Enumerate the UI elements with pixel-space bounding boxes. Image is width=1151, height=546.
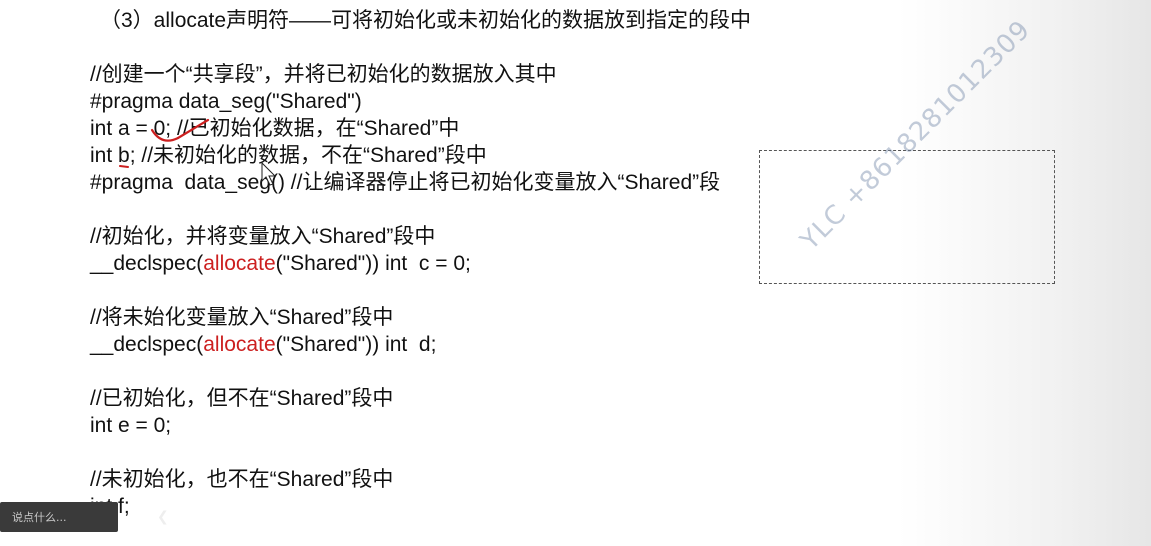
comment-uninit-not-shared: //未初始化，也不在“Shared”段中 (90, 468, 394, 491)
declspec-prefix: __declspec( (90, 333, 204, 356)
allocate-keyword: allocate (203, 252, 276, 275)
code-pragma-data-seg-close: #pragma data_seg() //让编译器停止将已初始化变量放入“Sha… (90, 171, 721, 194)
allocate-keyword: allocate (203, 333, 276, 356)
comment-uninit-into-shared: //将未始化变量放入“Shared”段中 (90, 306, 394, 329)
declspec-suffix: ("Shared")) int c = 0; (275, 252, 471, 275)
code-int-a: int a = 0; //已初始化数据，在“Shared”中 (90, 117, 460, 140)
chat-widget: ❮ (0, 502, 169, 532)
chat-input[interactable] (0, 502, 157, 532)
code-int-e: int e = 0; (90, 414, 172, 437)
declspec-suffix: ("Shared")) int d; (275, 333, 437, 356)
comment-init-not-shared: //已初始化，但不在“Shared”段中 (90, 387, 394, 410)
comment-create-shared-segment: //创建一个“共享段”，并将已初始化的数据放入其中 (90, 63, 557, 86)
slide-heading: （3）allocate声明符——可将初始化或未初始化的数据放到指定的段中 (100, 9, 752, 32)
declspec-prefix: __declspec( (90, 252, 204, 275)
chevron-left-icon[interactable]: ❮ (157, 502, 169, 532)
dashed-placeholder-box (759, 150, 1055, 284)
code-int-b: int b; //未初始化的数据，不在“Shared”段中 (90, 144, 487, 167)
code-declspec-d: __declspec(allocate("Shared")) int d; (90, 331, 436, 358)
code-declspec-c: __declspec(allocate("Shared")) int c = 0… (90, 250, 471, 277)
slide: （3）allocate声明符——可将初始化或未初始化的数据放到指定的段中 //创… (0, 0, 1151, 546)
comment-init-into-shared: //初始化，并将变量放入“Shared”段中 (90, 225, 436, 248)
code-pragma-data-seg-shared: #pragma data_seg("Shared") (90, 90, 362, 113)
